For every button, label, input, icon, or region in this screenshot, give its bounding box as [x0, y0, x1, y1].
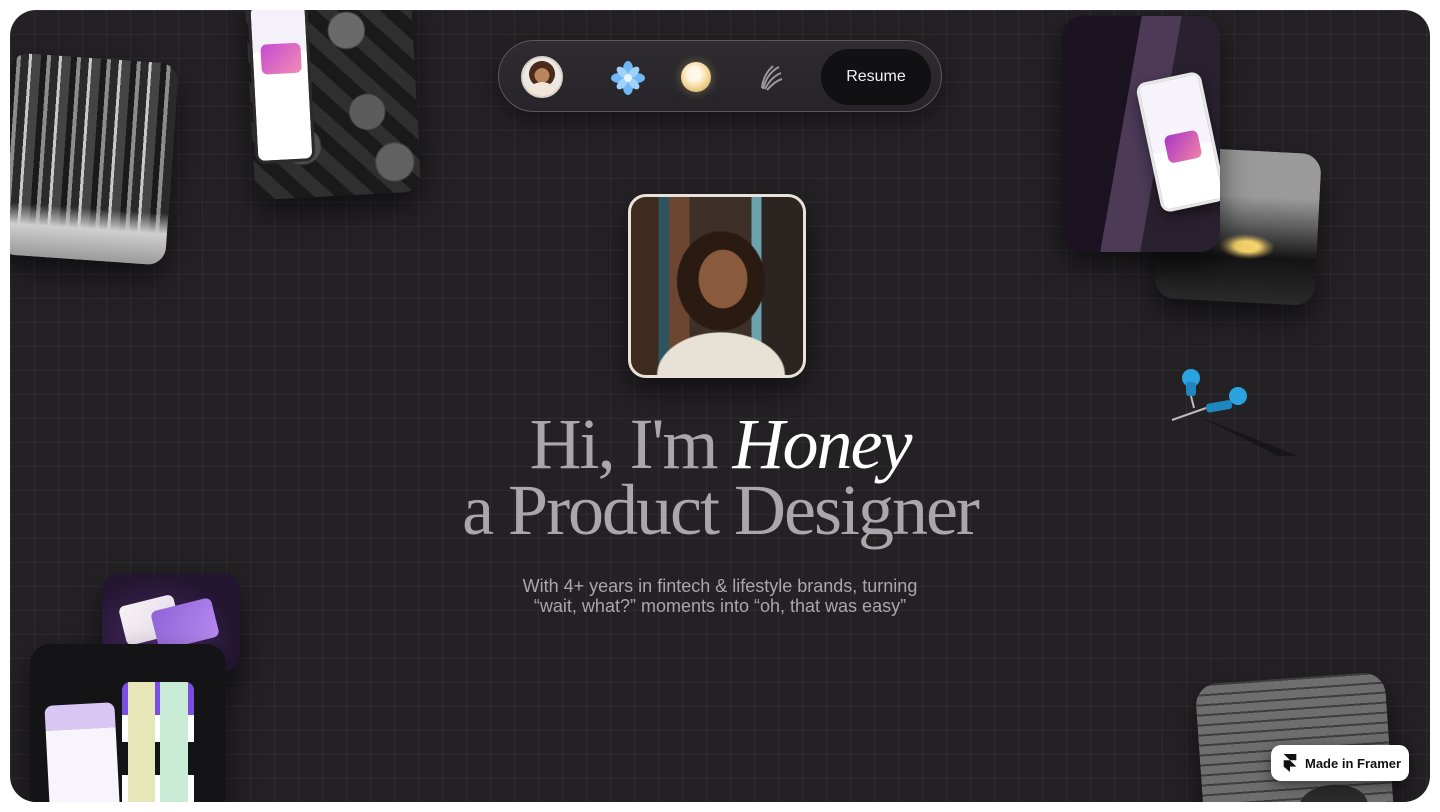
- badge-label: Made in Framer: [1305, 755, 1402, 771]
- hero-canvas: Resume Hi, I'm Honey a Product Designer …: [10, 10, 1430, 802]
- cubes-photo-card: [244, 10, 422, 201]
- leaf-icon[interactable]: [753, 61, 787, 95]
- orb-icon[interactable]: [681, 62, 711, 92]
- forest-photo-card: [10, 52, 179, 266]
- app-phone-mockup: [1134, 70, 1220, 214]
- made-in-framer-badge[interactable]: Made in Framer: [1271, 745, 1409, 781]
- app-phone-mockup: [247, 10, 316, 165]
- top-nav-pill: Resume: [498, 40, 942, 112]
- tagline-line-2: “wait, what?” moments into “oh, that was…: [533, 596, 907, 616]
- hero-tagline: With 4+ years in fintech & lifestyle bra…: [10, 576, 1430, 616]
- flower-icon[interactable]: [611, 61, 645, 95]
- purple-room-phone-card: [1062, 16, 1220, 252]
- pizza-oven-photo-card: [1194, 671, 1396, 802]
- framer-logo-icon: [1283, 754, 1297, 772]
- tagline-line-1: With 4+ years in fintech & lifestyle bra…: [522, 576, 918, 596]
- headline-role: a Product Designer: [462, 470, 980, 550]
- avatar[interactable]: [521, 56, 563, 98]
- gift-cards-app-screens: [30, 644, 226, 802]
- profile-photo: [628, 194, 806, 378]
- resume-button[interactable]: Resume: [821, 49, 931, 105]
